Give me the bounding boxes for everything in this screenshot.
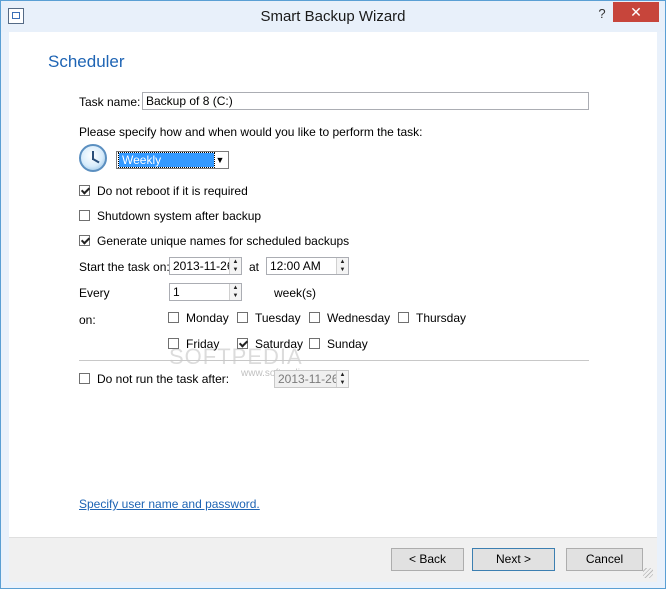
shutdown-label[interactable]: Shutdown system after backup	[97, 209, 261, 223]
spin-down-icon[interactable]: ▼	[337, 266, 348, 274]
frequency-select[interactable]: Weekly ▼	[116, 151, 229, 169]
start-time-spinner[interactable]: ▲ ▼	[336, 258, 348, 274]
spin-up-icon[interactable]: ▲	[230, 258, 241, 266]
end-date-input: 2013-11-26 ▲ ▼	[274, 370, 349, 388]
window-title: Smart Backup Wizard	[260, 8, 406, 25]
tuesday-checkbox[interactable]	[237, 312, 248, 323]
end-date-label[interactable]: Do not run the task after:	[97, 372, 229, 386]
spin-up-icon: ▲	[339, 372, 346, 378]
watermark-text: SOFTPEDIA	[169, 344, 303, 369]
start-time-input[interactable]: 12:00 AM ▲ ▼	[266, 257, 349, 275]
end-date-value: 2013-11-26	[278, 372, 339, 386]
page-title: Scheduler	[48, 52, 125, 71]
spin-down-icon: ▼	[339, 380, 346, 386]
wednesday-checkbox[interactable]	[309, 312, 320, 323]
button-bar: < Back Next > Cancel	[9, 537, 657, 582]
monday-checkbox[interactable]	[168, 312, 179, 323]
user-credentials-link[interactable]: Specify user name and password.	[79, 497, 260, 511]
sunday-checkbox[interactable]	[309, 338, 320, 349]
monday-label[interactable]: Monday	[186, 311, 229, 325]
spin-down-icon[interactable]: ▼	[230, 292, 241, 300]
separator	[79, 360, 589, 361]
spin-down-icon[interactable]: ▼	[230, 266, 241, 274]
spin-up-icon[interactable]: ▲	[230, 284, 241, 292]
cancel-button[interactable]: Cancel	[566, 548, 643, 571]
wizard-content: Scheduler Task name: Backup of 8 (C:) Pl…	[9, 32, 657, 537]
frequency-value: Weekly	[118, 152, 215, 168]
schedule-prompt: Please specify how and when would you li…	[79, 125, 423, 139]
tuesday-label[interactable]: Tuesday	[255, 311, 301, 325]
unique-names-label[interactable]: Generate unique names for scheduled back…	[97, 234, 349, 248]
every-value: 1	[173, 285, 180, 299]
sunday-label[interactable]: Sunday	[327, 337, 368, 351]
on-label: on:	[79, 313, 96, 327]
no-reboot-checkbox[interactable]	[79, 185, 90, 196]
every-spinner[interactable]: ▲ ▼	[229, 284, 241, 300]
thursday-checkbox[interactable]	[398, 312, 409, 323]
spin-up-icon[interactable]: ▲	[337, 258, 348, 266]
thursday-label[interactable]: Thursday	[416, 311, 466, 325]
start-date-spinner[interactable]: ▲ ▼	[229, 258, 241, 274]
start-label: Start the task on:	[79, 260, 170, 274]
clock-icon	[79, 144, 107, 172]
unique-names-checkbox[interactable]	[79, 235, 90, 246]
every-label: Every	[79, 286, 110, 300]
help-button[interactable]: ?	[592, 6, 612, 24]
every-unit-label: week(s)	[274, 286, 317, 300]
task-name-input[interactable]: Backup of 8 (C:)	[142, 92, 589, 110]
chevron-down-icon[interactable]: ▼	[213, 153, 227, 167]
wednesday-label[interactable]: Wednesday	[327, 311, 390, 325]
resize-grip-icon[interactable]	[643, 568, 653, 578]
back-button[interactable]: < Back	[391, 548, 464, 571]
start-time-value: 12:00 AM	[270, 259, 321, 273]
title-bar[interactable]: Smart Backup Wizard ? ✕	[1, 1, 665, 32]
end-date-checkbox[interactable]	[79, 373, 90, 384]
every-input[interactable]: 1 ▲ ▼	[169, 283, 242, 301]
close-button[interactable]: ✕	[613, 2, 659, 22]
wizard-window: Smart Backup Wizard ? ✕ Scheduler Task n…	[0, 0, 666, 589]
shutdown-checkbox[interactable]	[79, 210, 90, 221]
at-label: at	[249, 260, 260, 274]
task-name-label: Task name:	[79, 95, 141, 109]
next-button[interactable]: Next >	[472, 548, 555, 571]
no-reboot-label[interactable]: Do not reboot if it is required	[97, 184, 248, 198]
start-date-input[interactable]: 2013-11-26 ▲ ▼	[169, 257, 242, 275]
end-date-spinner: ▲ ▼	[336, 371, 348, 387]
start-date-value: 2013-11-26	[173, 259, 234, 273]
